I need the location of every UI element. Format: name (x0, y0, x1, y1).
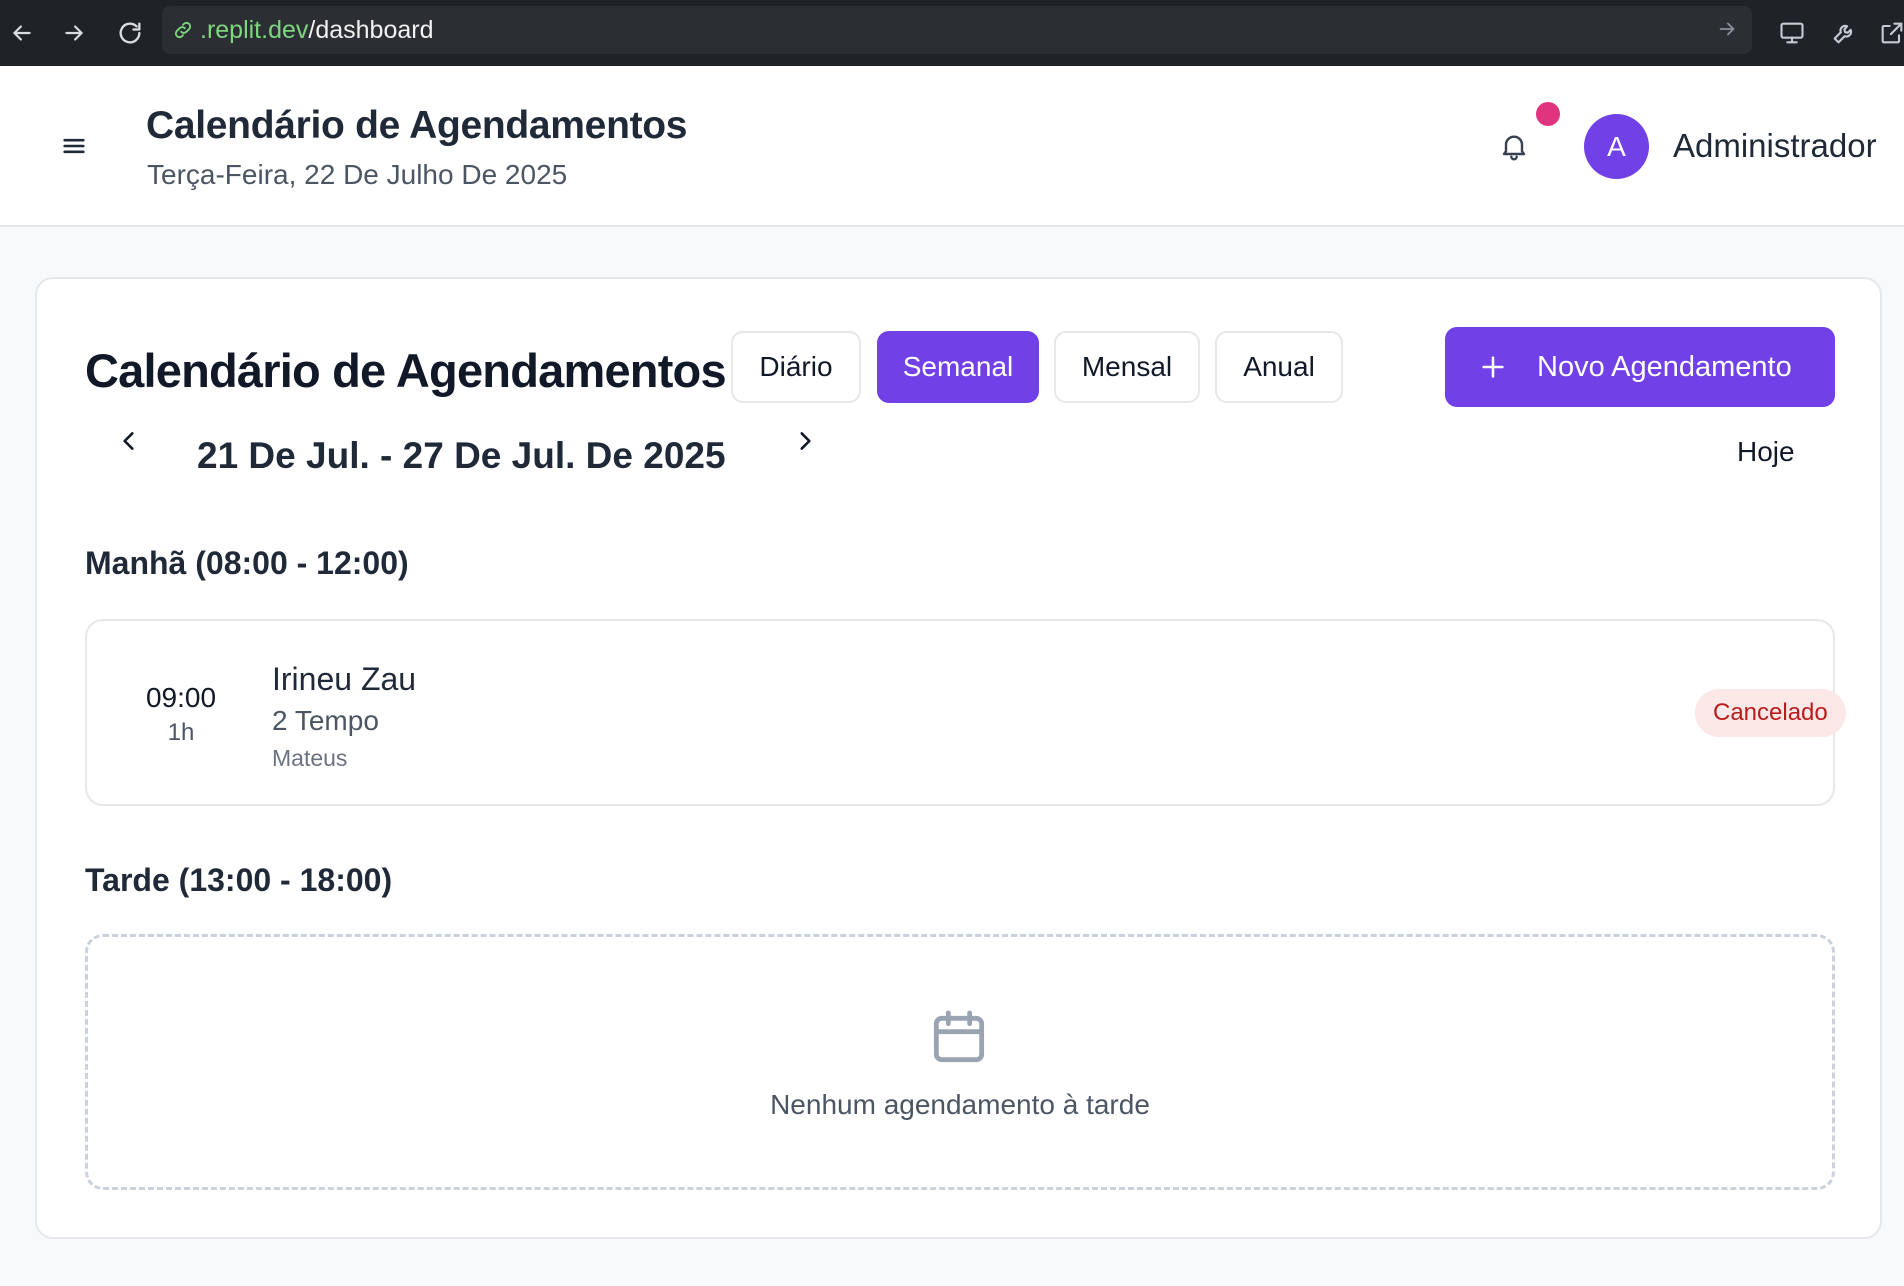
avatar[interactable]: A (1584, 114, 1649, 179)
view-daily-button[interactable]: Diário (731, 331, 861, 403)
external-link-icon[interactable] (1870, 11, 1904, 55)
hamburger-menu-icon[interactable] (52, 124, 96, 168)
empty-afternoon-placeholder: Nenhum agendamento à tarde (85, 934, 1835, 1190)
bell-icon[interactable] (1490, 122, 1538, 170)
back-arrow-icon[interactable] (0, 11, 44, 55)
address-bar[interactable]: .replit.dev/dashboard (162, 6, 1752, 54)
chevron-right-icon[interactable] (783, 419, 827, 463)
browser-toolbar: .replit.dev/dashboard (0, 0, 1904, 66)
monitor-icon[interactable] (1770, 11, 1814, 55)
appointment-service: 2 Tempo (272, 705, 379, 736)
page-title: Calendário de Agendamentos (146, 104, 688, 147)
current-date: Terça-Feira, 22 De Julho De 2025 (147, 159, 568, 190)
morning-section-title: Manhã (08:00 - 12:00) (85, 545, 409, 581)
chevron-left-icon[interactable] (107, 419, 151, 463)
calendar-icon (927, 1005, 991, 1074)
forward-arrow-icon[interactable] (52, 11, 96, 55)
appointment-staff: Mateus (272, 745, 348, 771)
view-weekly-button[interactable]: Semanal (877, 331, 1039, 403)
calendar-card: Calendário de Agendamentos Diário Semana… (35, 277, 1882, 1239)
afternoon-section-title: Tarde (13:00 - 18:00) (85, 862, 393, 898)
new-appointment-button[interactable]: Novo Agendamento (1445, 327, 1835, 407)
url-path: /dashboard (308, 15, 434, 44)
today-button[interactable]: Hoje (1737, 436, 1795, 468)
plus-icon (1479, 353, 1507, 381)
appointment-client: Irineu Zau (272, 661, 417, 697)
link-icon (172, 19, 194, 41)
appointment-duration: 1h (167, 719, 195, 746)
user-name[interactable]: Administrador (1673, 127, 1877, 165)
status-badge: Cancelado (1695, 689, 1846, 737)
new-appointment-label: Novo Agendamento (1537, 350, 1792, 383)
date-range-label: 21 De Jul. - 27 De Jul. De 2025 (197, 435, 726, 476)
notification-dot (1536, 102, 1560, 126)
url-host: .replit.dev (200, 15, 309, 44)
reload-icon[interactable] (108, 11, 152, 55)
wrench-icon[interactable] (1822, 11, 1866, 55)
calendar-title: Calendário de Agendamentos (85, 344, 727, 397)
view-yearly-button[interactable]: Anual (1215, 331, 1343, 403)
go-arrow-icon[interactable] (1716, 18, 1738, 47)
appointment-time: 09:00 (145, 682, 217, 713)
app-header: Calendário de Agendamentos Terça-Feira, … (0, 66, 1904, 227)
empty-message: Nenhum agendamento à tarde (770, 1089, 1150, 1120)
view-monthly-button[interactable]: Mensal (1054, 331, 1200, 403)
appointment-card[interactable]: 09:00 1h Irineu Zau 2 Tempo Mateus Cance… (85, 619, 1846, 806)
